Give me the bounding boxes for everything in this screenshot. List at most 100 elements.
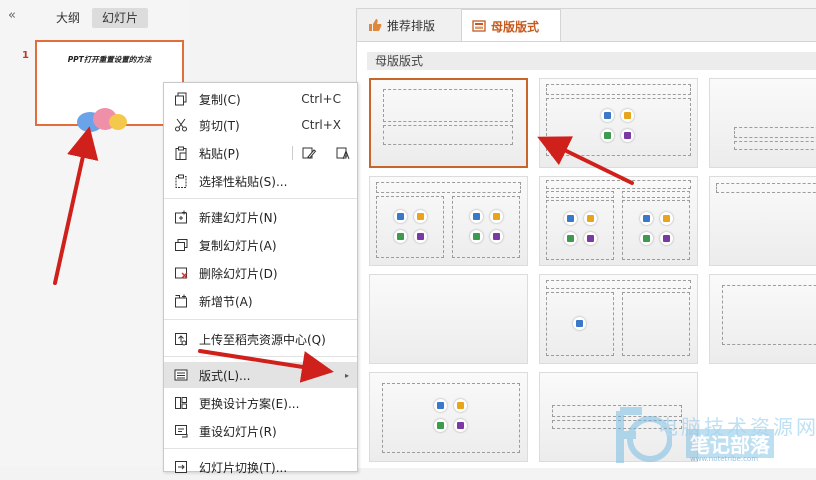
layout-title-only[interactable] — [709, 176, 816, 266]
menu-item-label: 更换设计方案(E)... — [199, 396, 300, 411]
menu-item-reset-slide[interactable]: 重设幻灯片(R) — [164, 418, 357, 444]
menu-separator — [164, 198, 357, 199]
menu-item-label: 剪切(T) — [199, 118, 240, 133]
content-icons — [390, 206, 434, 246]
content-icons — [466, 206, 510, 246]
paste-format-icon[interactable] — [301, 145, 317, 161]
transition-icon — [173, 459, 189, 475]
menu-item-label: 粘贴(P) — [199, 146, 240, 161]
paste-icon — [173, 145, 189, 161]
duplicate-slide-icon — [173, 237, 189, 253]
menu-item-delete-slide[interactable]: 删除幻灯片(D) — [164, 260, 357, 286]
content-icons — [597, 105, 641, 145]
layout-picture-caption[interactable] — [709, 274, 816, 364]
copy-icon — [173, 91, 189, 107]
menu-item-label: 新建幻灯片(N) — [199, 210, 278, 225]
menu-separator — [164, 319, 357, 320]
heading-placeholder-left — [546, 191, 614, 198]
menu-item-label: 复制(C) — [199, 92, 241, 107]
menu-item-label: 删除幻灯片(D) — [199, 266, 278, 281]
menu-separator — [164, 448, 357, 449]
delete-slide-icon — [173, 265, 189, 281]
menu-separator — [164, 356, 357, 357]
master-layout-gallery: 母版版式 — [357, 41, 816, 468]
tab-slides[interactable]: 幻灯片 — [92, 8, 149, 28]
section-label: 母版版式 — [367, 52, 816, 70]
title-placeholder — [546, 180, 691, 189]
subtitle-placeholder — [383, 125, 513, 145]
tab-label: 母版版式 — [491, 19, 540, 34]
title-placeholder — [734, 127, 816, 138]
slide-number: 1 — [22, 50, 29, 61]
menu-item-new-slide[interactable]: 新建幻灯片(N) — [164, 204, 357, 230]
menu-item-shortcut: Ctrl+X — [301, 118, 341, 132]
menu-item-paste-special[interactable]: 选择性粘贴(S)... — [164, 168, 357, 194]
menu-item-label: 版式(L)... — [199, 368, 251, 383]
menu-item-duplicate-slide[interactable]: 复制幻灯片(A) — [164, 232, 357, 258]
layout-icon — [472, 19, 486, 33]
title-placeholder — [546, 280, 691, 289]
menu-item-change-design[interactable]: 更换设计方案(E)... — [164, 390, 357, 416]
layout-comparison[interactable] — [539, 176, 698, 266]
context-menu: 复制(C) Ctrl+C 剪切(T) Ctrl+X 粘贴(P) 选择性粘贴(S)… — [163, 82, 358, 475]
layout-blank[interactable] — [369, 274, 528, 364]
picture-placeholder — [722, 285, 816, 345]
layout-title-content[interactable] — [539, 78, 698, 168]
tab-master-layout[interactable]: 母版版式 — [461, 9, 561, 42]
menu-item-cut[interactable]: 剪切(T) Ctrl+X — [164, 112, 357, 138]
content-icons — [430, 395, 474, 435]
new-slide-icon — [173, 209, 189, 225]
picture-icon — [569, 313, 589, 333]
title-placeholder — [383, 89, 513, 122]
layout-icon — [173, 367, 189, 383]
reset-slide-icon — [173, 423, 189, 439]
title-placeholder — [546, 84, 691, 95]
content-icons — [636, 208, 680, 248]
text-placeholder — [734, 141, 816, 150]
tab-recommended-layout[interactable]: 推荐排版 — [358, 9, 463, 41]
design-icon — [173, 395, 189, 411]
menu-item-slide-transition[interactable]: 幻灯片切换(T)... — [164, 454, 357, 480]
submenu-arrow-icon: ▸ — [344, 370, 349, 380]
menu-item-label: 复制幻灯片(A) — [199, 238, 277, 253]
watermark: 电脑技术资源网 笔记部落 www.notetribe.com — [590, 405, 816, 467]
slide-decoration-shape — [109, 114, 127, 130]
menu-item-label: 幻灯片切换(T)... — [199, 460, 288, 475]
cut-icon — [173, 117, 189, 133]
content-icons — [560, 208, 604, 248]
tab-outline[interactable]: 大纲 — [46, 8, 90, 28]
menu-item-label: 选择性粘贴(S)... — [199, 174, 288, 189]
layout-section-header[interactable] — [709, 78, 816, 168]
title-placeholder — [376, 182, 521, 193]
menu-divider — [292, 146, 293, 160]
menu-item-upload[interactable]: 上传至稻壳资源中心(Q) — [164, 326, 357, 352]
slide-thumbnail-title: PPT打开重置设置的方法 — [67, 55, 152, 64]
watermark-url: www.notetribe.com — [690, 455, 759, 463]
layout-two-content[interactable] — [369, 176, 528, 266]
menu-item-label: 重设幻灯片(R) — [199, 424, 277, 439]
layout-panel: 推荐排版 母版版式 母版版式 — [356, 8, 816, 468]
menu-item-layout[interactable]: 版式(L)... ▸ — [164, 362, 357, 388]
title-placeholder — [716, 183, 816, 193]
layout-content[interactable] — [369, 372, 528, 462]
tab-label: 推荐排版 — [387, 18, 436, 33]
upload-icon — [173, 331, 189, 347]
content-placeholder — [622, 292, 690, 356]
menu-item-new-section[interactable]: 新增节(A) — [164, 288, 357, 314]
menu-item-copy[interactable]: 复制(C) Ctrl+C — [164, 86, 357, 112]
slide-pane: « 大纲 幻灯片 1 PPT打开重置设置的方法 — [0, 0, 190, 467]
thumbs-up-icon — [368, 18, 382, 32]
menu-item-label: 新增节(A) — [199, 294, 253, 309]
collapse-pane-icon[interactable]: « — [8, 8, 16, 23]
layout-content-caption[interactable] — [539, 274, 698, 364]
paste-text-only-icon[interactable] — [335, 145, 351, 161]
paste-special-icon — [173, 173, 189, 189]
layout-title-slide[interactable] — [369, 78, 528, 168]
heading-placeholder-right — [622, 191, 690, 198]
menu-item-label: 上传至稻壳资源中心(Q) — [199, 332, 326, 347]
menu-item-shortcut: Ctrl+C — [301, 92, 341, 106]
watermark-line2: 笔记部落 — [686, 429, 774, 458]
menu-item-paste[interactable]: 粘贴(P) — [164, 140, 357, 166]
slide-thumbnail[interactable]: PPT打开重置设置的方法 — [35, 40, 184, 132]
new-section-icon — [173, 293, 189, 309]
